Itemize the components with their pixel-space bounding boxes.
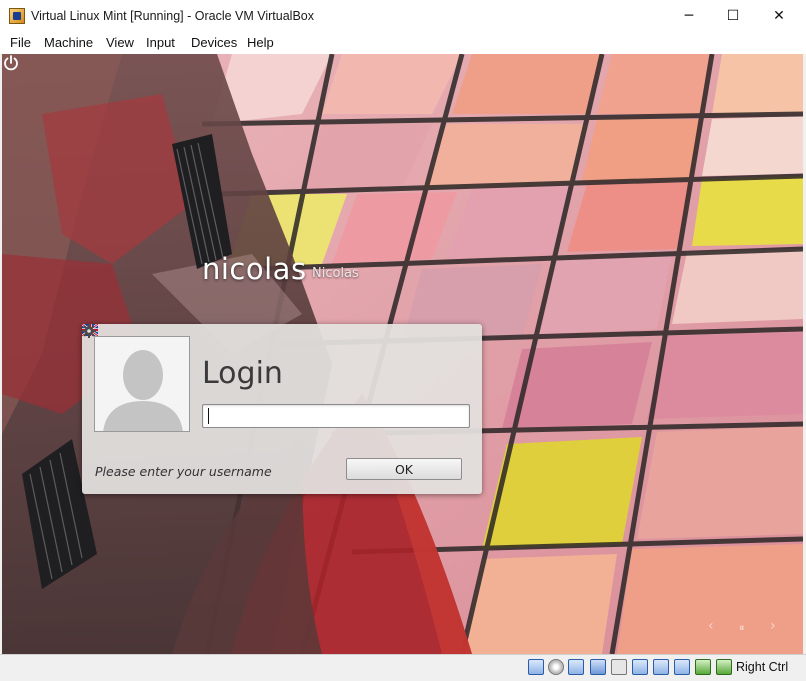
avatar-silhouette-icon [95, 337, 189, 431]
ok-button[interactable]: OK [346, 458, 462, 480]
status-bar: Right Ctrl [0, 654, 806, 681]
mouse-integration-icon[interactable] [716, 659, 732, 675]
login-prompt-message: Please enter your username [95, 464, 272, 479]
username-input[interactable] [202, 404, 470, 428]
user-name: nicolas [202, 252, 307, 286]
menu-view[interactable]: View [106, 35, 134, 50]
menu-bar: File Machine View Input Devices Help [0, 32, 806, 54]
gear-icon[interactable] [82, 324, 96, 338]
shared-folders-icon[interactable] [632, 659, 648, 675]
display-icon[interactable] [653, 659, 669, 675]
menu-file[interactable]: File [10, 35, 31, 50]
vm-display[interactable]: nicolas Nicolas Login Please enter your … [2, 54, 803, 654]
cpu-icon[interactable] [695, 659, 711, 675]
network-icon[interactable] [590, 659, 606, 675]
host-key-label: Right Ctrl [736, 660, 789, 674]
maximize-button[interactable]: ☐ [710, 0, 756, 32]
hard-disk-icon[interactable] [528, 659, 544, 675]
title-bar: Virtual Linux Mint [Running] - Oracle VM… [0, 0, 806, 33]
login-title: Login [202, 356, 283, 391]
avatar [94, 336, 190, 432]
login-dialog: Login Please enter your username OK [82, 324, 482, 494]
audio-icon[interactable] [568, 659, 584, 675]
minimize-button[interactable]: ─ [666, 0, 712, 32]
menu-help[interactable]: Help [247, 35, 274, 50]
close-button[interactable]: ✕ [756, 0, 802, 32]
user-real-name: Nicolas [312, 266, 359, 281]
menu-input[interactable]: Input [146, 35, 175, 50]
window-title: Virtual Linux Mint [Running] - Oracle VM… [31, 9, 314, 23]
menu-machine[interactable]: Machine [44, 35, 93, 50]
optical-drive-icon[interactable] [548, 659, 564, 675]
virtualbox-icon [9, 8, 25, 24]
text-caret [208, 408, 209, 424]
menu-devices[interactable]: Devices [191, 35, 237, 50]
video-capture-icon[interactable] [674, 659, 690, 675]
usb-icon[interactable] [611, 659, 627, 675]
pause-slideshow-icon[interactable]: ⏸ [739, 621, 745, 635]
previous-background-icon[interactable]: ‹ [708, 618, 714, 634]
power-icon[interactable] [2, 54, 20, 72]
next-background-icon[interactable]: › [770, 618, 776, 634]
